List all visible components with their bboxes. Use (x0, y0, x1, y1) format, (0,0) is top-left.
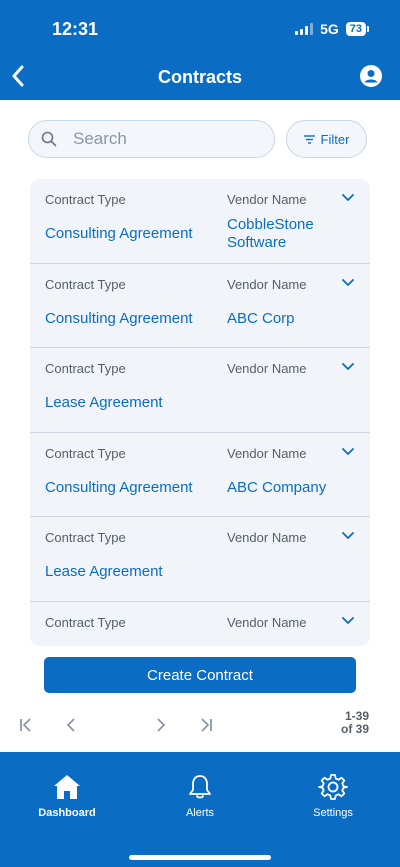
contract-row[interactable]: Contract Type Vendor Name (30, 602, 370, 647)
chevron-down-icon[interactable] (342, 532, 354, 540)
status-indicators: 5G 73 (295, 21, 370, 37)
contract-row[interactable]: Contract Type Vendor Name Lease Agreemen… (30, 517, 370, 602)
contract-type-label: Contract Type (45, 614, 126, 630)
tab-label: Settings (313, 807, 353, 819)
status-time: 12:31 (52, 19, 99, 39)
vendor-name-label: Vendor Name (227, 530, 307, 545)
tab-bar: Dashboard Alerts Settings (0, 752, 400, 867)
contract-row[interactable]: Contract Type Vendor Name Consulting Agr… (30, 264, 370, 348)
tab-dashboard[interactable]: Dashboard (22, 772, 112, 819)
contract-type-value: Lease Agreement (45, 394, 163, 411)
vendor-name-value: CobbleStone Software (227, 216, 314, 251)
chevron-down-icon[interactable] (342, 363, 354, 371)
chevron-right-icon (157, 718, 165, 732)
contract-type-label: Contract Type (45, 445, 126, 461)
contract-type-value: Lease Agreement (45, 563, 163, 580)
contract-type-label: Contract Type (45, 192, 126, 207)
page-info: 1-39 of 39 (341, 710, 369, 736)
filter-icon (303, 134, 315, 144)
page-title: Contracts (157, 67, 242, 87)
create-contract-button[interactable]: Create Contract (44, 657, 356, 693)
contract-list: Contract Type Vendor Name Consulting Agr… (30, 179, 370, 646)
chevron-left-icon (67, 718, 75, 732)
contract-type-label: Contract Type (45, 276, 126, 292)
first-page-icon (20, 718, 31, 732)
vendor-name-label: Vendor Name (227, 192, 307, 207)
vendor-name-label: Vendor Name (227, 361, 307, 376)
home-indicator (129, 855, 271, 860)
vendor-name-label: Vendor Name (227, 445, 307, 461)
vendor-name-value: ABC Corp (227, 309, 295, 327)
cellular-signal-icon (295, 23, 314, 35)
tab-label: Dashboard (38, 807, 96, 819)
contract-row[interactable]: Contract Type Vendor Name Consulting Agr… (30, 179, 370, 264)
app-header: 12:31 5G 73 Contracts (0, 0, 400, 100)
filter-label: Filter (320, 131, 350, 147)
page-total: of 39 (340, 722, 369, 736)
vendor-name-value: ABC Company (227, 478, 327, 496)
contract-type-value: Consulting Agreement (45, 309, 193, 327)
contract-row[interactable]: Contract Type Vendor Name Lease Agreemen… (30, 348, 370, 433)
chevron-down-icon[interactable] (342, 616, 354, 625)
filter-button[interactable]: Filter (286, 120, 367, 158)
search-input[interactable] (73, 129, 243, 149)
chevron-down-icon[interactable] (342, 447, 354, 456)
first-page-button[interactable] (16, 716, 36, 734)
last-page-icon (201, 718, 212, 732)
chevron-down-icon[interactable] (342, 194, 354, 202)
home-icon (54, 775, 80, 799)
vendor-name-label: Vendor Name (227, 614, 307, 630)
gear-icon (318, 774, 348, 800)
vendor-name-label: Vendor Name (227, 276, 307, 292)
contract-type-label: Contract Type (45, 361, 126, 376)
search-icon (41, 131, 57, 147)
next-page-button[interactable] (151, 716, 171, 734)
contract-type-value: Consulting Agreement (45, 225, 193, 242)
contract-row[interactable]: Contract Type Vendor Name Consulting Agr… (30, 433, 370, 517)
contract-type-value: Consulting Agreement (45, 478, 193, 496)
search-box (28, 120, 275, 158)
profile-button[interactable] (360, 65, 382, 87)
bell-icon (189, 775, 211, 799)
network-type: 5G (320, 21, 339, 37)
contract-type-label: Contract Type (45, 530, 126, 545)
tab-label: Alerts (185, 807, 215, 819)
tab-alerts[interactable]: Alerts (155, 772, 245, 819)
user-circle-icon (360, 65, 382, 87)
previous-page-button[interactable] (61, 716, 81, 734)
tab-settings[interactable]: Settings (288, 772, 378, 819)
last-page-button[interactable] (196, 716, 216, 734)
battery-icon: 73 (345, 22, 370, 36)
chevron-down-icon[interactable] (342, 278, 354, 287)
